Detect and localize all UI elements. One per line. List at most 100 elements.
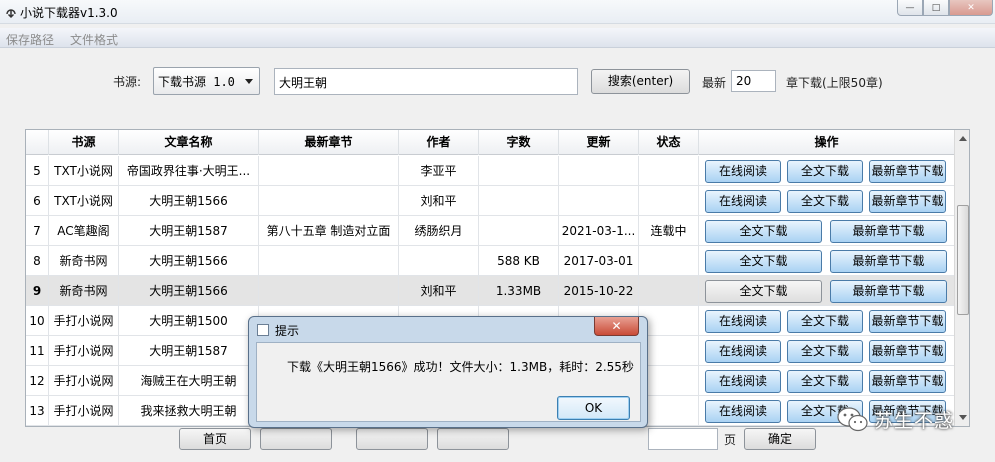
download-full-button[interactable]: 全文下载 <box>705 220 822 243</box>
wechat-icon <box>837 407 868 432</box>
cell-name: 海贼王在大明王朝 <box>119 366 259 396</box>
cell-name: 大明王朝1587 <box>119 336 259 366</box>
last-page-button[interactable] <box>437 428 509 450</box>
cell-latest <box>259 276 399 306</box>
cell-status <box>639 156 699 186</box>
watermark-text: 苏生不惑 <box>874 410 955 432</box>
cell-source: 手打小说网 <box>49 396 119 426</box>
minimize-button[interactable]: — <box>897 0 923 16</box>
dialog-close-button[interactable]: ✕ <box>594 317 639 336</box>
cell-name: 大明王朝1566 <box>119 276 259 306</box>
cell-status <box>639 246 699 276</box>
prev-page-button[interactable] <box>260 428 332 450</box>
keyword-input[interactable]: 大明王朝 <box>274 68 578 95</box>
cell-source: 手打小说网 <box>49 336 119 366</box>
menu-file-format[interactable]: 文件格式 <box>70 31 118 48</box>
cell-updated: 2015-10-22 <box>559 276 639 306</box>
cell-name: 大明王朝1500 <box>119 306 259 336</box>
col-header-updated[interactable]: 更新 <box>559 130 639 155</box>
download-latest-button[interactable]: 最新章节下载 <box>869 310 946 333</box>
source-select[interactable]: 下载书源 1.0 <box>153 67 260 95</box>
next-page-button[interactable] <box>356 428 428 450</box>
cell-name: 大明王朝1566 <box>119 246 259 276</box>
download-full-button[interactable]: 全文下载 <box>787 310 863 333</box>
download-full-button[interactable]: 全文下载 <box>787 160 863 183</box>
download-full-button[interactable]: 全文下载 <box>705 250 822 273</box>
read-online-button[interactable]: 在线阅读 <box>705 340 781 363</box>
scroll-thumb[interactable] <box>957 205 969 315</box>
message-dialog: 提示 ✕ 下载《大明王朝1566》成功！文件大小：1.3MB，耗时：2.55秒 … <box>248 316 648 428</box>
download-latest-button[interactable]: 最新章节下载 <box>830 280 947 303</box>
source-label: 书源: <box>113 75 142 89</box>
cell-num: 11 <box>26 336 49 366</box>
cell-words: 1.33MB <box>479 276 559 306</box>
read-online-button[interactable]: 在线阅读 <box>705 370 781 393</box>
vertical-scrollbar[interactable] <box>954 130 969 426</box>
table-row[interactable]: 8 新奇书网 大明王朝1566 588 KB 2017-03-01 全文下载 最新章节下载 <box>26 246 954 276</box>
cell-source: 新奇书网 <box>49 276 119 306</box>
cell-num: 13 <box>26 396 49 426</box>
app-download-icon <box>6 9 16 19</box>
cell-author: 绣肠织月 <box>399 216 479 246</box>
download-full-button[interactable]: 全文下载 <box>787 340 863 363</box>
col-header-author[interactable]: 作者 <box>399 130 479 155</box>
close-button[interactable]: ✕ <box>949 0 993 16</box>
col-header-actions[interactable]: 操作 <box>699 130 954 155</box>
dialog-ok-button[interactable]: OK <box>557 396 630 420</box>
download-latest-button[interactable]: 最新章节下载 <box>830 250 947 273</box>
read-online-button[interactable]: 在线阅读 <box>705 160 781 183</box>
cell-latest: 第八十五章 制造对立面 <box>259 216 399 246</box>
cell-updated: 2021-03-1... <box>559 216 639 246</box>
confirm-page-button[interactable]: 确定 <box>744 428 816 450</box>
read-online-button[interactable]: 在线阅读 <box>705 310 781 333</box>
col-header-source[interactable]: 书源 <box>49 130 119 155</box>
cell-source: TXT小说网 <box>49 156 119 186</box>
watermark: 苏生不惑 <box>836 402 988 438</box>
download-latest-button[interactable]: 最新章节下载 <box>869 160 946 183</box>
title-bar: 小说下载器v1.3.0 — □ ✕ <box>0 0 995 24</box>
table-row[interactable]: 6 TXT小说网 大明王朝1566 刘和平 在线阅读 全文下载 最新章节下载 <box>26 186 954 216</box>
cell-num: 8 <box>26 246 49 276</box>
cell-status <box>639 366 699 396</box>
cell-updated <box>559 156 639 186</box>
latest-count-input[interactable]: 20 <box>731 70 776 92</box>
download-full-button[interactable]: 全文下载 <box>787 190 863 213</box>
cell-status <box>639 276 699 306</box>
download-latest-button[interactable]: 最新章节下载 <box>869 190 946 213</box>
page-number-input[interactable] <box>648 428 718 450</box>
download-latest-button[interactable]: 最新章节下载 <box>869 340 946 363</box>
latest-label: 最新 <box>702 76 727 90</box>
first-page-button[interactable]: 首页 <box>179 428 251 450</box>
cell-status <box>639 306 699 336</box>
cell-updated <box>559 186 639 216</box>
read-online-button[interactable]: 在线阅读 <box>705 400 781 423</box>
cell-author <box>399 246 479 276</box>
col-header-latest[interactable]: 最新章节 <box>259 130 399 155</box>
dialog-message: 下载《大明王朝1566》成功！文件大小：1.3MB，耗时：2.55秒 <box>287 360 634 374</box>
table-row[interactable]: 5 TXT小说网 帝国政界往事·大明王... 李亚平 在线阅读 全文下载 最新章节下载 <box>26 156 954 186</box>
cell-author: 刘和平 <box>399 276 479 306</box>
cell-source: 手打小说网 <box>49 306 119 336</box>
col-header-num[interactable] <box>26 130 49 155</box>
download-latest-button[interactable]: 最新章节下载 <box>869 370 946 393</box>
download-full-button[interactable]: 全文下载 <box>787 370 863 393</box>
col-header-words[interactable]: 字数 <box>479 130 559 155</box>
read-online-button[interactable]: 在线阅读 <box>705 190 781 213</box>
cell-latest <box>259 246 399 276</box>
cell-status <box>639 396 699 426</box>
table-row[interactable]: 7 AC笔趣阁 大明王朝1587 第八十五章 制造对立面 绣肠织月 2021-03-1..… <box>26 216 954 246</box>
menu-save-path[interactable]: 保存路径 <box>6 31 54 48</box>
table-row[interactable]: 9 新奇书网 大明王朝1566 刘和平 1.33MB 2015-10-22 全文下载 最新章节… <box>26 276 954 306</box>
scroll-up-icon[interactable] <box>959 136 967 141</box>
menu-bar: 保存路径 文件格式 <box>0 28 995 48</box>
search-button[interactable]: 搜索(enter) <box>591 69 690 94</box>
download-full-button[interactable]: 全文下载 <box>705 280 822 303</box>
cell-words: 588 KB <box>479 246 559 276</box>
col-header-status[interactable]: 状态 <box>639 130 699 155</box>
cell-author: 李亚平 <box>399 156 479 186</box>
download-latest-button[interactable]: 最新章节下载 <box>830 220 947 243</box>
cell-num: 6 <box>26 186 49 216</box>
cell-source: AC笔趣阁 <box>49 216 119 246</box>
maximize-button[interactable]: □ <box>923 0 949 16</box>
col-header-name[interactable]: 文章名称 <box>119 130 259 155</box>
